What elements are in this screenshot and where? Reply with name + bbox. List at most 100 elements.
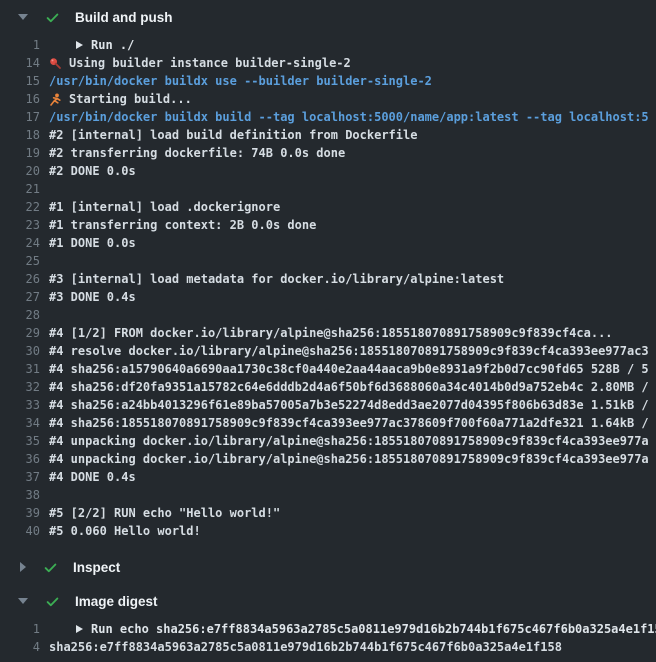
log-text-content: Using builder instance builder-single-2 [69,54,351,72]
log-text: #4 resolve docker.io/library/alpine@sha2… [49,342,649,360]
log-text-content: Run ./ [91,36,134,54]
log-text-content: #5 0.060 Hello world! [49,522,201,540]
log-text-content: #1 DONE 0.0s [49,234,136,252]
log-line: 1 Run ./ [0,36,656,54]
line-number[interactable]: 33 [0,396,40,414]
line-number[interactable]: 40 [0,522,40,540]
log-line: 40 #5 0.060 Hello world! [0,522,656,540]
log-text-content: #4 sha256:185518070891758909c9f839cf4ca3… [49,414,649,432]
chevron-down-icon [18,14,28,20]
log-line: 24 #1 DONE 0.0s [0,234,656,252]
log-text: #2 DONE 0.0s [49,162,136,180]
line-number[interactable]: 14 [0,54,40,72]
log-text: #3 DONE 0.4s [49,288,136,306]
log-text-content: #4 DONE 0.4s [49,468,136,486]
line-number[interactable]: 29 [0,324,40,342]
line-number[interactable]: 28 [0,306,40,324]
play-icon [76,41,83,49]
log-text: #2 transferring dockerfile: 74B 0.0s don… [49,144,345,162]
line-number[interactable]: 22 [0,198,40,216]
line-number[interactable]: 36 [0,450,40,468]
log-text-content: #2 DONE 0.0s [49,162,136,180]
log-line: 4sha256:e7ff8834a5963a2785c5a0811e979d16… [0,638,656,656]
log-line: 36 #4 unpacking docker.io/library/alpine@… [0,450,656,468]
section-header-build-and-push[interactable]: Build and push [0,0,656,34]
log-line: 37 #4 DONE 0.4s [0,468,656,486]
log-line: 28 [0,306,656,324]
line-number[interactable]: 31 [0,360,40,378]
log-text: /usr/bin/docker buildx build --tag local… [49,108,649,126]
line-number[interactable]: 25 [0,252,40,270]
log-line: 33 #4 sha256:a24bb4013296f61e89ba57005a7b… [0,396,656,414]
section-title: Build and push [75,10,173,25]
log-text: Using builder instance builder-single-2 [49,54,351,72]
line-number[interactable]: 20 [0,162,40,180]
log-line: 29 #4 [1/2] FROM docker.io/library/alpine… [0,324,656,342]
line-number[interactable]: 37 [0,468,40,486]
log-text: #4 unpacking docker.io/library/alpine@sh… [49,432,649,450]
log-line: 39 #5 [2/2] RUN echo "Hello world!" [0,504,656,522]
runner-icon [49,93,62,106]
section-build-and-push: Build and push 1 Run ./ 14 Using builder in… [0,0,656,546]
run-group-line[interactable]: Run echo sha256:e7ff8834a5963a2785c5a081… [49,620,656,638]
log-text: #5 [2/2] RUN echo "Hello world!" [49,504,280,522]
log-text: #4 sha256:a24bb4013296f61e89ba57005a7b3e… [49,396,649,414]
log-text: #2 [internal] load build definition from… [49,126,417,144]
log-text-content: #1 transferring context: 2B 0.0s done [49,216,316,234]
line-number[interactable]: 21 [0,180,40,198]
line-number[interactable]: 38 [0,486,40,504]
log-line: 32 #4 sha256:df20fa9351a15782c64e6dddb2d4… [0,378,656,396]
line-number[interactable]: 15 [0,72,40,90]
pushpin-icon [49,57,62,70]
line-number[interactable]: 35 [0,432,40,450]
log-text: #1 transferring context: 2B 0.0s done [49,216,316,234]
check-icon [45,594,60,609]
log-text-content: #4 [1/2] FROM docker.io/library/alpine@s… [49,324,613,342]
log-text: #1 [internal] load .dockerignore [49,198,280,216]
log-line: 23 #1 transferring context: 2B 0.0s done [0,216,656,234]
log-text: #4 sha256:df20fa9351a15782c64e6dddb2d4a6… [49,378,649,396]
log-line: 26 #3 [internal] load metadata for docker… [0,270,656,288]
log-text-content: #4 sha256:a24bb4013296f61e89ba57005a7b3e… [49,396,649,414]
run-group-line[interactable]: Run ./ [49,36,134,54]
line-number[interactable]: 30 [0,342,40,360]
log-line: 22 #1 [internal] load .dockerignore [0,198,656,216]
chevron-right-icon [20,562,26,572]
line-number[interactable]: 23 [0,216,40,234]
line-number[interactable]: 1 [0,620,40,638]
log-text-content: Run echo sha256:e7ff8834a5963a2785c5a081… [91,620,656,638]
log-text-content: #3 [internal] load metadata for docker.i… [49,270,504,288]
check-icon [43,560,58,575]
log-text: #3 [internal] load metadata for docker.i… [49,270,504,288]
log-line: 34 #4 sha256:185518070891758909c9f839cf4c… [0,414,656,432]
line-number[interactable]: 16 [0,90,40,108]
log-text: #4 unpacking docker.io/library/alpine@sh… [49,450,649,468]
log-line: 30 #4 resolve docker.io/library/alpine@sh… [0,342,656,360]
log-text: #5 0.060 Hello world! [49,522,201,540]
log-lines: 1 Run ./ 14 Using builder instance builder-… [0,34,656,546]
log-text-content: /usr/bin/docker buildx build --tag local… [49,108,649,126]
line-number[interactable]: 19 [0,144,40,162]
line-number[interactable]: 1 [0,36,40,54]
line-number[interactable]: 18 [0,126,40,144]
line-number[interactable]: 32 [0,378,40,396]
line-number[interactable]: 39 [0,504,40,522]
line-number[interactable]: 4 [0,638,40,656]
line-number[interactable]: 34 [0,414,40,432]
check-icon [45,10,60,25]
chevron-down-icon [18,598,28,604]
log-line: 21 [0,180,656,198]
line-number[interactable]: 26 [0,270,40,288]
log-text: #1 DONE 0.0s [49,234,136,252]
line-number[interactable]: 17 [0,108,40,126]
log-text: #4 DONE 0.4s [49,468,136,486]
log-lines: 1 Run echo sha256:e7ff8834a5963a2785c5a08… [0,618,656,662]
section-header-inspect[interactable]: Inspect [0,550,656,584]
log-line: 19 #2 transferring dockerfile: 74B 0.0s d… [0,144,656,162]
line-number[interactable]: 27 [0,288,40,306]
section-header-image-digest[interactable]: Image digest [0,584,656,618]
section-image-digest: Image digest 1 Run echo sha256:e7ff8834a5… [0,584,656,662]
log-text-content: #4 sha256:df20fa9351a15782c64e6dddb2d4a6… [49,378,649,396]
line-number[interactable]: 24 [0,234,40,252]
log-line: 31#4 sha256:a15790640a6690aa1730c38cf0a4… [0,360,656,378]
